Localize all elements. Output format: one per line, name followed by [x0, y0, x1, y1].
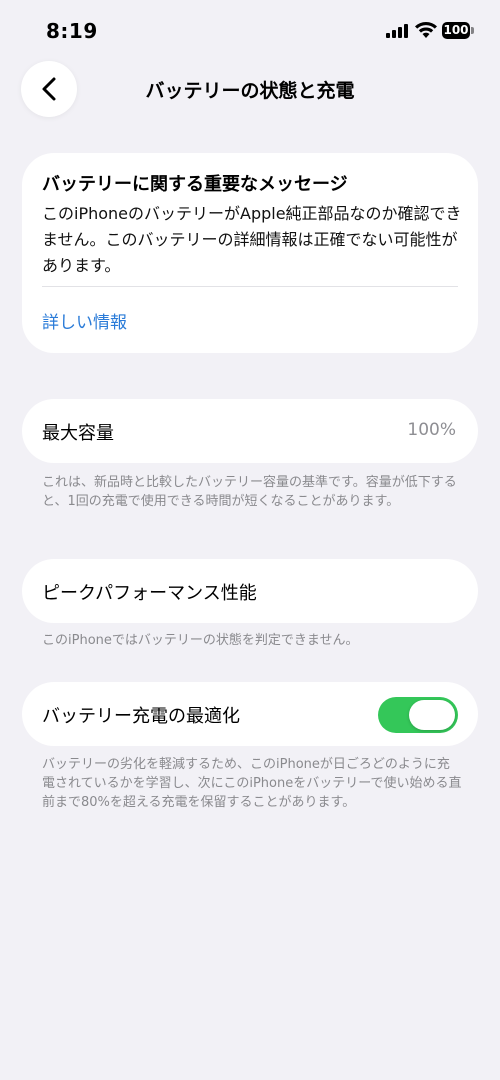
status-bar: 8:19 100: [0, 0, 500, 60]
optimized-charging-label: バッテリー充電の最適化: [42, 706, 240, 727]
divider: [42, 286, 458, 287]
max-capacity-value: 100%: [407, 420, 456, 440]
max-capacity-label: 最大容量: [42, 423, 114, 444]
status-time: 8:19: [46, 19, 98, 43]
max-capacity-footnote: これは、新品時と比較したバッテリー容量の基準です。容量が低下すると、1回の充電で…: [42, 475, 457, 509]
message-title: バッテリーに関する重要なメッセージ: [42, 174, 348, 195]
peak-performance-row: ピークパフォーマンス性能: [22, 559, 478, 623]
optimized-charging-toggle[interactable]: [378, 697, 458, 733]
optimized-charging-row: バッテリー充電の最適化: [22, 682, 478, 746]
battery-icon: 100: [442, 22, 474, 39]
peak-performance-footnote: このiPhoneではバッテリーの状態を判定できません。: [42, 633, 359, 648]
battery-message-card: バッテリーに関する重要なメッセージ このiPhoneのバッテリーがApple純正…: [22, 153, 478, 353]
optimized-charging-footnote: バッテリーの劣化を軽減するため、このiPhoneが日ごろどのように充電されている…: [42, 757, 462, 810]
message-body: このiPhoneのバッテリーがApple純正部品なのか確認できません。このバッテ…: [42, 204, 462, 275]
cellular-signal-icon: [386, 24, 410, 38]
wifi-icon: [414, 21, 438, 39]
toggle-knob: [409, 700, 455, 730]
max-capacity-row: 最大容量 100%: [22, 399, 478, 463]
page-title: バッテリーの状態と充電: [145, 80, 355, 102]
battery-level: 100: [442, 22, 470, 39]
learn-more-link[interactable]: 詳しい情報: [42, 308, 127, 333]
peak-performance-label: ピークパフォーマンス性能: [42, 583, 257, 604]
